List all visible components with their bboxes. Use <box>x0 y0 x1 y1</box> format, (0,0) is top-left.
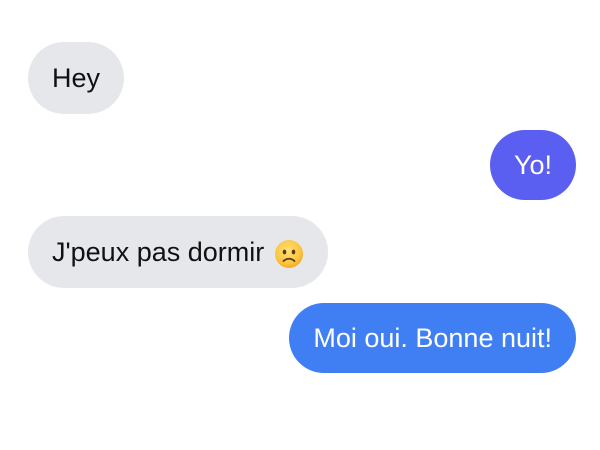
message-text: J'peux pas dormir <box>52 236 265 267</box>
chat-thread: Hey Yo! J'peux pas dormir Moi oui. Bonne… <box>0 0 600 450</box>
message-row: Hey <box>28 42 576 114</box>
message-row: Yo! <box>28 130 576 200</box>
message-text: Hey <box>52 62 101 93</box>
message-row: J'peux pas dormir <box>28 216 576 288</box>
message-text: Moi oui. Bonne nuit! <box>313 322 552 353</box>
message-row: Moi oui. Bonne nuit! <box>28 303 576 373</box>
incoming-message-bubble[interactable]: J'peux pas dormir <box>28 216 329 288</box>
worried-face-icon <box>274 239 304 269</box>
outgoing-message-bubble[interactable]: Moi oui. Bonne nuit! <box>289 303 576 373</box>
incoming-message-bubble[interactable]: Hey <box>28 42 125 114</box>
outgoing-message-bubble[interactable]: Yo! <box>489 130 576 200</box>
message-text: Yo! <box>513 149 552 180</box>
